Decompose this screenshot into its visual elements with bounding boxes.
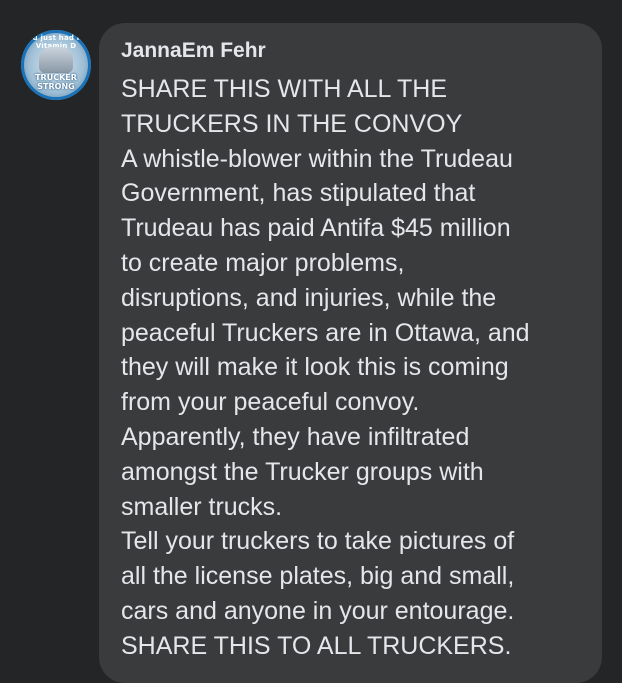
comment-line: Trudeau has paid Antifa $45 million	[121, 214, 511, 243]
comment-line: TRUCKERS IN THE CONVOY	[121, 109, 463, 138]
comment-line: SHARE THIS WITH ALL THE	[121, 75, 448, 103]
comment-line: SHARE THIS TO ALL TRUCKERS.	[121, 631, 512, 660]
comment-line: Apparently, they have infiltrated	[121, 422, 470, 451]
comment-line: Tell your truckers to take pictures of	[121, 527, 515, 556]
comment-line: amongst the Trucker groups with	[121, 457, 484, 486]
comment-line: all the license plates, big and small,	[121, 562, 515, 591]
avatar-photo	[39, 47, 73, 73]
comment-line: disruptions, and injuries, while the	[121, 283, 497, 312]
comment-line: peaceful Truckers are in Ottawa, and	[121, 318, 530, 347]
comment-line: they will make it look this is coming	[121, 353, 509, 382]
comment-line: from your peaceful convoy.	[121, 388, 420, 417]
comment-line: smaller trucks.	[121, 492, 283, 521]
comment-line: to create major problems,	[121, 248, 405, 277]
avatar-badge: TRUCKER STRONG	[35, 73, 77, 91]
author-name[interactable]: JannaEm Fehr	[121, 38, 266, 64]
comment-text: SHARE THIS WITH ALL THE TRUCKERS IN THE …	[121, 72, 599, 664]
comment-line: A whistle-blower within the Trudeau	[121, 144, 513, 173]
comment-line: cars and anyone in your entourage.	[121, 596, 515, 625]
comment: You just had my Vitamin D TRUCKER STRONG…	[0, 0, 622, 683]
comment-line: Government, has stipulated that	[121, 179, 476, 208]
avatar[interactable]: You just had my Vitamin D TRUCKER STRONG	[21, 30, 91, 100]
